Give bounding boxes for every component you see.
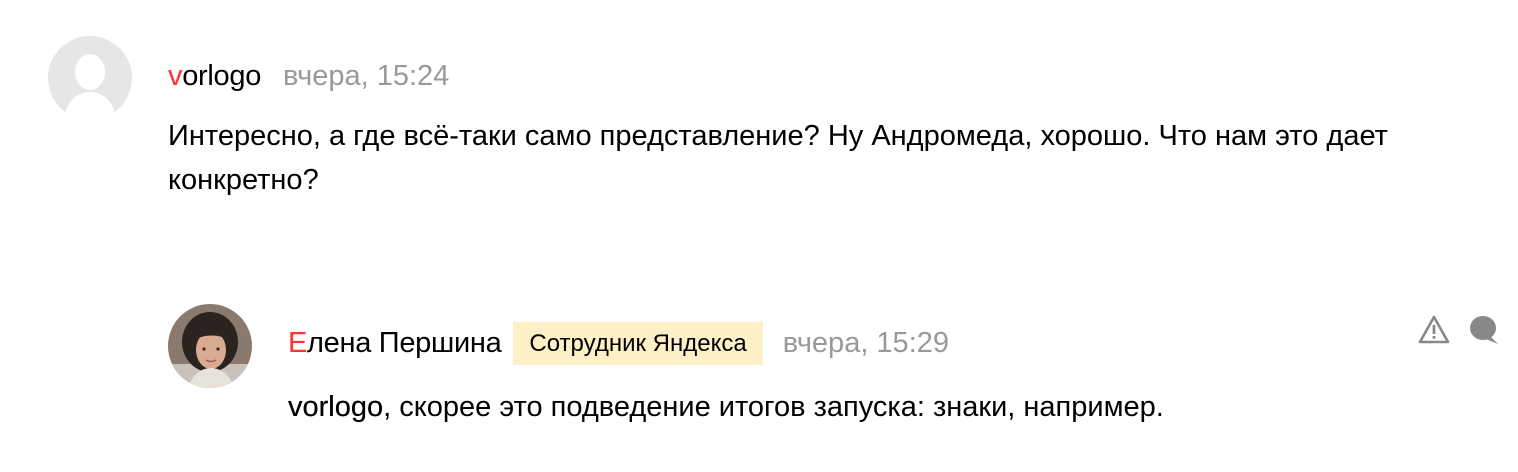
user-photo-icon (168, 304, 252, 388)
comment-actions (1418, 314, 1500, 346)
default-user-icon (48, 36, 132, 120)
comment-text: vorlogo, скорее это подведение итогов за… (288, 385, 1488, 429)
author-first-letter: v (168, 59, 183, 92)
mention-link[interactable]: vorlogo (288, 391, 383, 423)
comment-header: Елена Першина Сотрудник Яндекса вчера, 1… (288, 321, 949, 365)
employee-badge: Сотрудник Яндекса (513, 321, 763, 365)
author-name[interactable]: Елена Першина (288, 326, 502, 360)
comment-header: vorlogo вчера, 15:24 (168, 56, 449, 96)
author-name-rest: orlogo (182, 59, 262, 92)
speech-bubble-icon[interactable] (1468, 314, 1500, 346)
author-name[interactable]: vorlogo (168, 60, 261, 93)
comment-text: Интересно, а где всё-таки само представл… (168, 120, 1388, 196)
comment-timestamp[interactable]: вчера, 15:29 (783, 327, 949, 360)
author-name-rest: лена Першина (307, 326, 502, 359)
comment-timestamp[interactable]: вчера, 15:24 (283, 60, 449, 93)
comment-text-rest: , скорее это подведение итогов запуска: … (383, 391, 1164, 423)
author-first-letter: Е (288, 326, 308, 359)
avatar[interactable] (48, 36, 132, 120)
warning-triangle-icon[interactable] (1418, 314, 1450, 346)
avatar[interactable] (168, 304, 252, 388)
